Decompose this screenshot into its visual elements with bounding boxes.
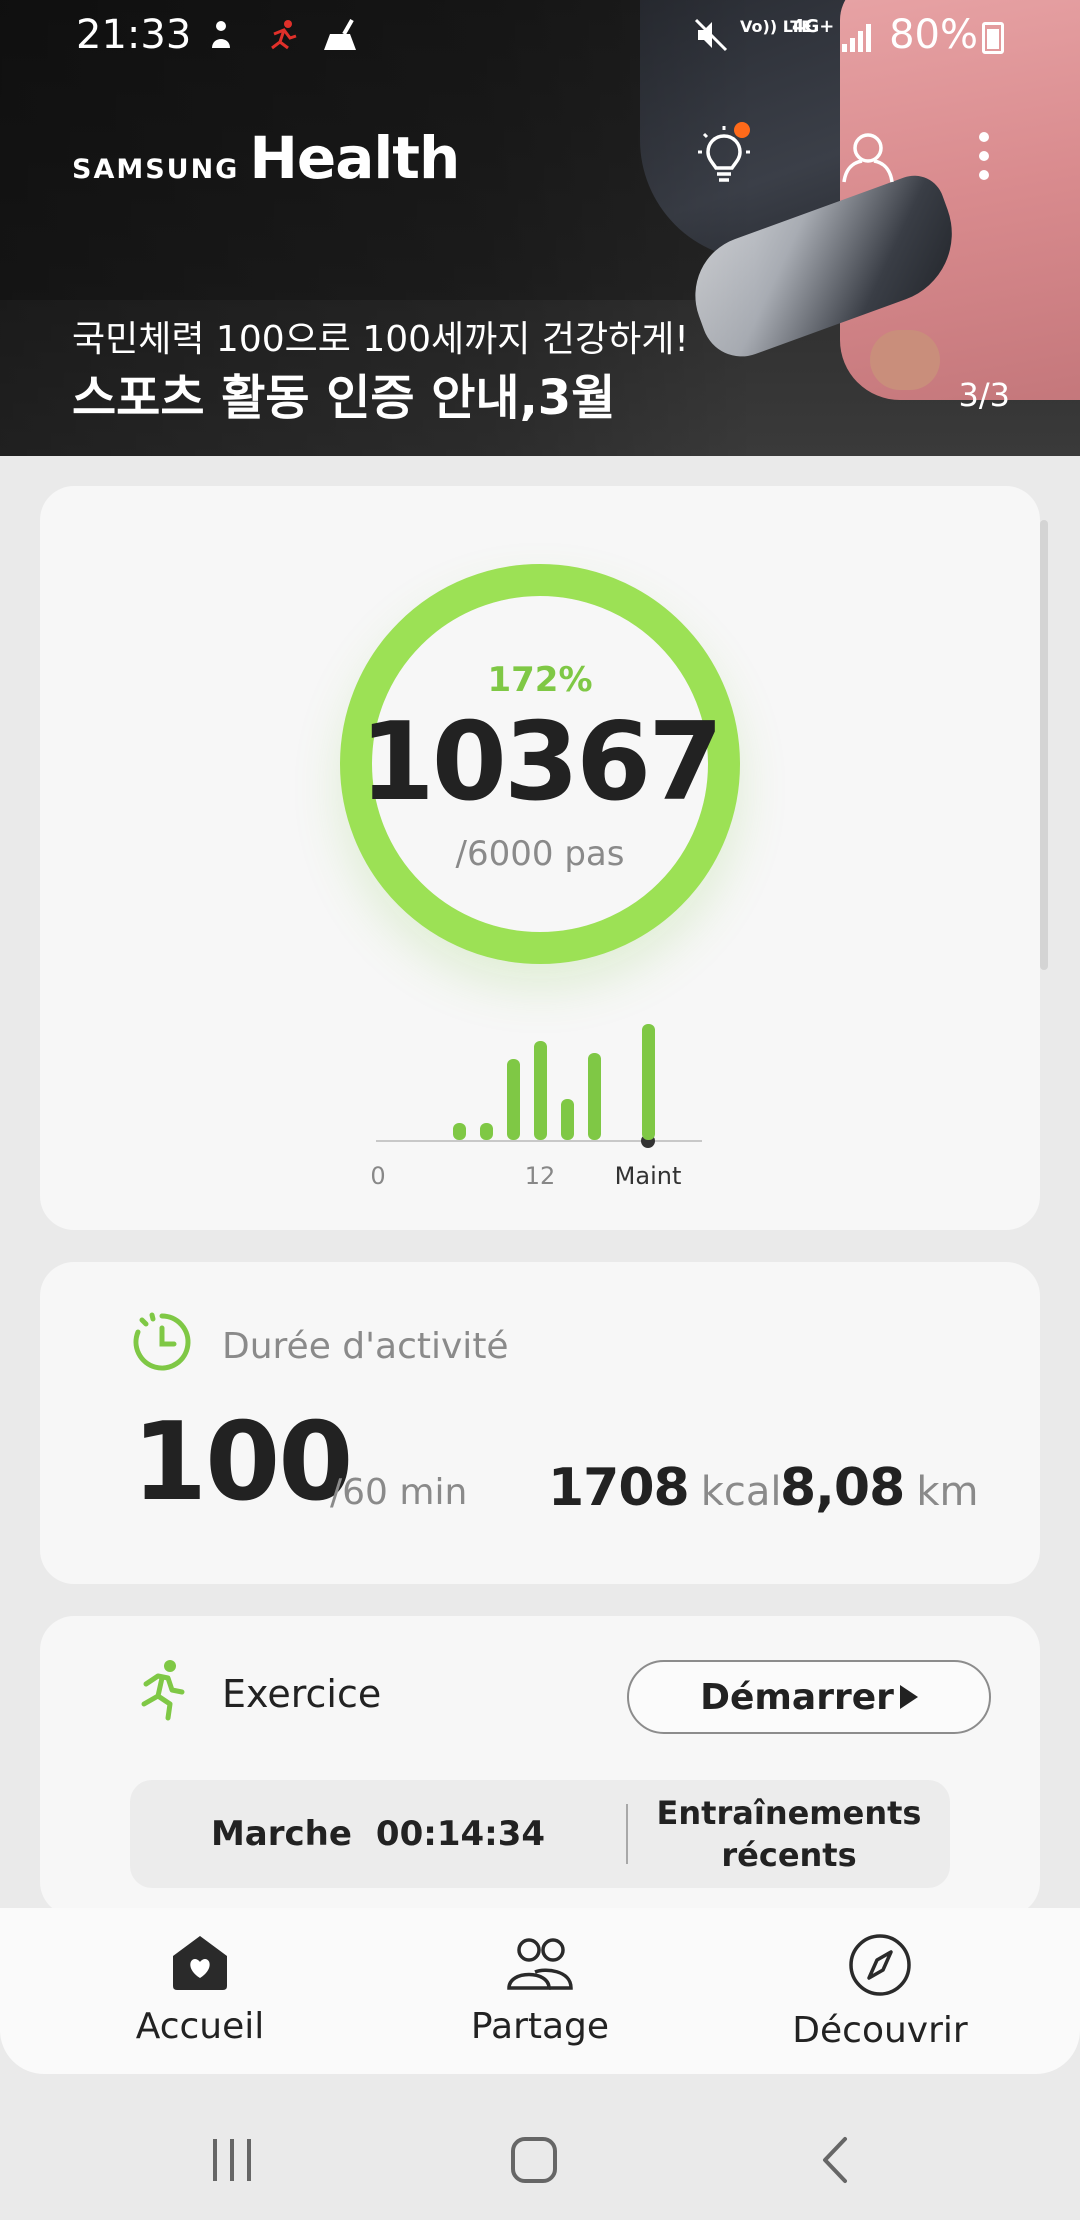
profile-button[interactable] [828,118,908,198]
battery-icon [982,22,1004,54]
status-bar: 21:33 Vo)) LTE 4G+ 80% [0,0,1080,72]
recent-workouts-label: Entraînements récents [656,1794,922,1874]
calories-value: 1708 [548,1458,690,1518]
recent-workouts-button[interactable]: Entraînements récents [628,1780,950,1888]
home-button[interactable] [474,2100,594,2220]
steps-ring: 172% 10367 /6000 pas [340,564,740,964]
more-options-button[interactable] [944,118,1024,198]
distance-stat: 8,08 km [780,1458,978,1518]
brand-health: Health [249,124,460,192]
distance-value: 8,08 [780,1458,905,1518]
hourly-bar-4 [560,1099,574,1140]
hourly-label-now: Maint [614,1162,682,1190]
steps-percent: 172% [487,660,593,700]
hourly-bar-0 [452,1122,466,1140]
home-square-icon [511,2137,557,2183]
nav-discover-label: Découvrir [792,2010,968,2051]
scrollbar[interactable] [1040,520,1048,970]
steps-goal: /6000 pas [455,834,625,874]
status-time: 21:33 [76,12,192,58]
brand-samsung: SAMSUNG [72,154,240,185]
activity-timer-icon [130,1310,194,1374]
exercise-card[interactable]: Exercice Démarrer Marche 00:14:34 Entraî… [40,1616,1040,1916]
promo-title: 스포츠 활동 인증 안내,3월 [72,370,616,426]
people-icon [507,1938,573,1990]
play-icon [899,1685,918,1709]
hourly-steps-chart: 0 12 Maint [370,1006,710,1190]
nav-home[interactable]: Accueil [80,1932,320,2047]
hourly-bar-3 [533,1041,547,1140]
promo-subtitle: 국민체력 100으로 100세까지 건강하게! [72,319,689,360]
back-chevron-icon [823,2137,847,2183]
more-options-icon [978,131,990,185]
running-person-icon [132,1658,192,1722]
nav-home-label: Accueil [135,2006,265,2047]
home-heart-icon [173,1936,227,1990]
activity-duration-card[interactable]: Durée d'activité 100 /60 min 1708 kcal 8… [40,1262,1040,1584]
bottom-navigation: Accueil Partage Découvrir [0,1908,1080,2074]
new-tip-badge [734,122,750,138]
exercise-title: Exercice [222,1672,382,1716]
hourly-bar-5 [587,1053,601,1140]
steps-count: 10367 [359,700,724,825]
hourly-label-noon: 12 [524,1162,556,1190]
hourly-label-start: 0 [370,1162,386,1190]
activity-duration-title: Durée d'activité [222,1326,509,1367]
recent-apps-button[interactable] [172,2100,292,2220]
distance-unit: km [916,1469,979,1515]
battery-percent: 80% [889,12,978,58]
nav-share[interactable]: Partage [420,1932,660,2047]
hourly-bar-6 [641,1024,655,1140]
calories-unit: kcal [700,1469,782,1515]
compass-icon [849,1934,911,1996]
hourly-bar-2 [506,1058,520,1140]
nav-discover[interactable]: Découvrir [760,1932,1000,2051]
samsung-health-logo: SAMSUNG Health [72,124,460,192]
nav-share-label: Partage [470,2006,610,2047]
last-exercise-duration: 00:14:34 [375,1814,546,1854]
back-button[interactable] [776,2100,896,2220]
activity-minutes: 100 [132,1400,353,1525]
system-navigation-bar [0,2100,1080,2220]
notification-app-icon [206,18,236,60]
start-exercise-button[interactable]: Démarrer [627,1660,991,1734]
last-exercise-button[interactable]: Marche 00:14:34 [130,1780,626,1888]
promo-pager: 3/3 [958,376,1011,414]
recent-apps-icon [213,2139,251,2181]
notification-run-icon [266,18,300,60]
hourly-bar-1 [479,1122,493,1140]
profile-icon [838,126,898,190]
calories-stat: 1708 kcal [548,1458,782,1518]
recent-exercise-bar: Marche 00:14:34 Entraînements récents [130,1780,950,1888]
signal-strength-icon [842,22,874,52]
start-button-label: Démarrer [700,1676,894,1718]
hero-banner[interactable]: 21:33 Vo)) LTE 4G+ 80% SAMSUNG Health 국민… [0,0,1080,456]
steps-card[interactable]: 172% 10367 /6000 pas 0 12 Maint [40,486,1040,1230]
tips-button[interactable] [684,118,764,198]
activity-goal: /60 min [330,1472,468,1513]
mute-icon [694,18,730,60]
network-type-label: 4G+ [792,16,835,37]
last-exercise-type: Marche [210,1814,352,1854]
notification-clean-icon [320,18,360,60]
